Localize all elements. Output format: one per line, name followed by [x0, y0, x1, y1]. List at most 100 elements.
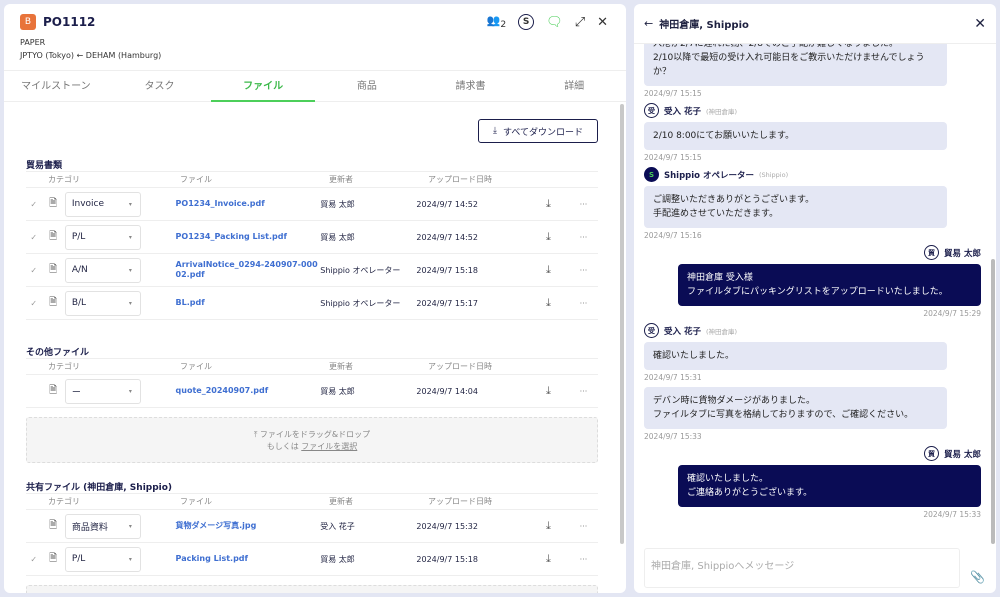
- file-link[interactable]: PO1234_Packing List.pdf: [176, 232, 321, 242]
- upload-date: 2024/9/7 15:18: [416, 555, 528, 564]
- download-icon[interactable]: ⤓: [528, 296, 569, 310]
- check-icon: ✓: [26, 299, 42, 308]
- more-options-icon[interactable]: ···: [569, 266, 598, 275]
- updater: 貿易 太郎: [320, 386, 416, 397]
- file-link[interactable]: ArrivalNotice_0294-240907-00002.pdf: [176, 260, 321, 280]
- upload-date: 2024/9/7 15:18: [416, 266, 528, 275]
- document-icon: 🗎: [42, 196, 65, 213]
- tab-details[interactable]: 詳細: [522, 71, 626, 101]
- message-line: 入港が2/7に遅れた為、2/8でのご手配が難しくなりました。: [653, 44, 938, 51]
- sender-org: (神田倉庫): [706, 326, 737, 336]
- message-bubble: デバン時に貨物ダメージがありました。ファイルタブに写真を格納しておりますので、ご…: [644, 387, 947, 429]
- download-icon[interactable]: ⤓: [528, 552, 569, 566]
- category-select[interactable]: Invoice▾: [65, 192, 141, 217]
- shared-files-section: 共有ファイル (神田倉庫, Shippio)カテゴリファイル更新者アップロード日…: [26, 480, 598, 576]
- message-line: 神田倉庫 受入様: [687, 271, 972, 285]
- chat-icon[interactable]: 🗨: [546, 15, 563, 30]
- upload-date: 2024/9/7 15:17: [416, 299, 528, 308]
- download-icon[interactable]: ⤓: [528, 384, 569, 398]
- message-line: ファイルタブにパッキングリストをアップロードいたしました。: [687, 285, 972, 299]
- message-line: 2/10 8:00にてお願いいたします。: [653, 129, 938, 143]
- category-select[interactable]: P/L▾: [65, 547, 141, 572]
- message-timestamp: 2024/9/7 15:33: [644, 510, 981, 519]
- file-link[interactable]: quote_20240907.pdf: [176, 386, 321, 396]
- file-dropzone[interactable]: ⤒ ファイルをドラッグ&ドロップ もしくは ファイルを選択: [26, 417, 598, 463]
- more-options-icon[interactable]: ···: [569, 299, 598, 308]
- close-icon[interactable]: ✕: [597, 15, 608, 30]
- column-header-file: ファイル: [180, 497, 329, 507]
- message-bubble: ご調整いただきありがとうございます。手配進めさせていただきます。: [644, 186, 947, 228]
- shippio-icon[interactable]: S: [518, 14, 534, 30]
- file-link[interactable]: 貨物ダメージ写真.jpg: [176, 521, 321, 531]
- category-value: ー: [72, 385, 81, 398]
- more-options-icon[interactable]: ···: [569, 555, 598, 564]
- tab-products[interactable]: 商品: [315, 71, 419, 101]
- category-select[interactable]: ー▾: [65, 379, 141, 404]
- download-all-button[interactable]: ⤓すべてダウンロード: [478, 119, 598, 143]
- table-row: ✓🗎P/L▾Packing List.pdf貿易 太郎2024/9/7 15:1…: [26, 543, 598, 576]
- message-input[interactable]: 神田倉庫, Shippioへメッセージ: [644, 548, 960, 588]
- message-sender: 貿貿易 太郎: [644, 245, 981, 260]
- tab-files[interactable]: ファイル: [211, 71, 315, 101]
- message-line: ファイルタブに写真を格納しておりますので、ご確認ください。: [653, 408, 938, 422]
- category-select[interactable]: P/L▾: [65, 225, 141, 250]
- download-icon[interactable]: ⤓: [528, 519, 569, 533]
- tab-milestones[interactable]: マイルストーン: [4, 71, 108, 101]
- shared-dropzone[interactable]: [26, 585, 598, 593]
- category-select[interactable]: A/N▾: [65, 258, 141, 283]
- updater: 受入 花子: [320, 521, 416, 532]
- attach-icon[interactable]: 📎: [970, 570, 985, 584]
- check-icon: ✓: [26, 200, 42, 209]
- document-icon: 🗎: [42, 383, 65, 400]
- message-bubble: 確認いたしました。ご連絡ありがとうございます。: [678, 465, 981, 507]
- expand-icon[interactable]: ⤢: [575, 15, 585, 30]
- column-header-uploaded: アップロード日時: [428, 174, 543, 185]
- order-detail-panel: B PO1112 PAPER JPTYO (Tokyo) ← DEHAM (Ha…: [4, 4, 626, 593]
- category-value: Invoice: [72, 199, 104, 209]
- select-file-link[interactable]: ファイルを選択: [301, 442, 357, 451]
- sender-org: (神田倉庫): [706, 106, 737, 116]
- file-link[interactable]: PO1234_Invoice.pdf: [176, 199, 321, 209]
- upload-date: 2024/9/7 14:52: [416, 200, 528, 209]
- table-header: カテゴリファイル更新者アップロード日時: [26, 359, 598, 375]
- category-value: 商品資料: [72, 520, 108, 533]
- column-header-category: カテゴリ: [26, 496, 180, 507]
- category-value: B/L: [72, 298, 86, 308]
- message-bubble: 神田倉庫 受入様ファイルタブにパッキングリストをアップロードいたしました。: [678, 264, 981, 306]
- members-icon[interactable]: 👥2: [487, 14, 507, 30]
- download-icon: ⤓: [493, 126, 497, 136]
- category-select[interactable]: B/L▾: [65, 291, 141, 316]
- download-icon[interactable]: ⤓: [528, 230, 569, 244]
- more-options-icon[interactable]: ···: [569, 200, 598, 209]
- tab-tasks[interactable]: タスク: [108, 71, 212, 101]
- category-value: P/L: [72, 554, 85, 564]
- close-icon[interactable]: ✕: [974, 16, 986, 32]
- chevron-down-icon: ▾: [129, 267, 132, 274]
- download-icon[interactable]: ⤓: [528, 263, 569, 277]
- scrollbar[interactable]: [620, 104, 624, 544]
- download-icon[interactable]: ⤓: [528, 197, 569, 211]
- avatar: 受: [644, 103, 659, 118]
- document-icon: 🗎: [42, 229, 65, 246]
- more-options-icon[interactable]: ···: [569, 233, 598, 242]
- more-options-icon[interactable]: ···: [569, 522, 598, 531]
- more-options-icon[interactable]: ···: [569, 387, 598, 396]
- message-line: 2/10以降で最短の受け入れ可能日をご教示いただけませんでしょうか？: [653, 51, 938, 79]
- column-header-file: ファイル: [180, 175, 329, 185]
- back-arrow-icon[interactable]: ←: [644, 17, 653, 30]
- file-link[interactable]: Packing List.pdf: [176, 554, 321, 564]
- message-timestamp: 2024/9/7 15:15: [644, 89, 981, 98]
- category-select[interactable]: 商品資料 ▾: [65, 514, 141, 539]
- sender-name: 貿易 太郎: [944, 247, 981, 259]
- avatar: S: [644, 167, 659, 182]
- file-link[interactable]: BL.pdf: [176, 298, 321, 308]
- category-value: P/L: [72, 232, 85, 242]
- document-icon: 🗎: [42, 551, 65, 568]
- table-row: ✓🗎P/L▾PO1234_Packing List.pdf貿易 太郎2024/9…: [26, 221, 598, 254]
- chat-scrollbar[interactable]: [991, 259, 995, 544]
- message-bubble: 2/10 8:00にてお願いいたします。: [644, 122, 947, 150]
- column-header-updater: 更新者: [329, 496, 428, 507]
- tab-invoices[interactable]: 請求書: [419, 71, 523, 101]
- chevron-down-icon: ▾: [129, 523, 132, 530]
- category-cell: B/L▾: [65, 291, 176, 316]
